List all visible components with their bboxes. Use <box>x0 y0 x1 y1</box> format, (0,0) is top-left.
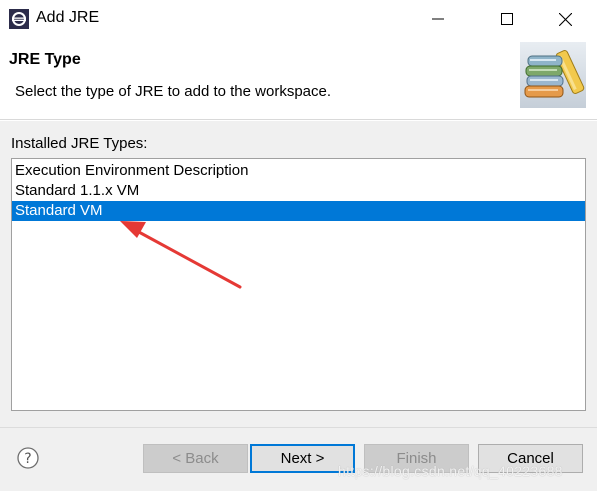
list-item-execution-environment[interactable]: Execution Environment Description <box>12 161 585 181</box>
help-icon[interactable]: ? <box>17 447 39 469</box>
list-item-standard-11x-vm[interactable]: Standard 1.1.x VM <box>12 181 585 201</box>
list-item-standard-vm[interactable]: Standard VM <box>12 201 585 221</box>
close-icon <box>558 12 572 26</box>
close-button[interactable] <box>542 0 588 38</box>
svg-text:?: ? <box>24 451 31 467</box>
maximize-button[interactable] <box>484 0 530 38</box>
page-description: Select the type of JRE to add to the wor… <box>15 83 332 100</box>
wizard-footer: ? < Back Next > Finish Cancel <box>0 427 597 491</box>
maximize-icon <box>501 13 513 25</box>
jre-type-list[interactable]: Execution Environment Description Standa… <box>11 158 586 411</box>
minimize-icon <box>432 18 444 20</box>
page-title: JRE Type <box>9 51 81 68</box>
minimize-button[interactable] <box>415 0 461 38</box>
wizard-header: JRE Type Select the type of JRE to add t… <box>0 38 597 120</box>
books-icon <box>520 42 586 108</box>
back-button[interactable]: < Back <box>143 444 248 473</box>
installed-jre-types-label: Installed JRE Types: <box>11 135 148 152</box>
eclipse-icon <box>9 9 29 29</box>
title-bar: Add JRE <box>0 0 597 38</box>
wizard-content: Installed JRE Types: Execution Environme… <box>0 121 597 427</box>
watermark: https://blog.csdn.net/qq_40223688 <box>338 463 563 479</box>
window-title: Add JRE <box>36 9 100 26</box>
